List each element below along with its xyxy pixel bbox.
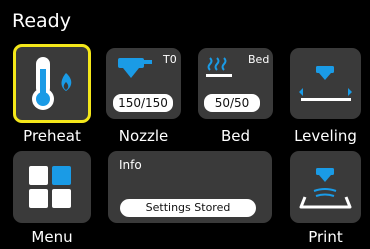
nozzle-temp: 150/150 [113,94,173,112]
info-title: Info [119,158,142,172]
bed-button[interactable]: Bed 50/50 [198,48,273,119]
thermometer-flame-icon [32,57,72,110]
print-icon [299,168,352,209]
menu-grid-icon [29,166,71,208]
leveling-button[interactable] [290,48,361,119]
nozzle-button[interactable]: T0 150/150 [106,48,181,119]
print-button[interactable] [290,151,361,223]
menu-label: Menu [31,228,73,246]
preheat-label: Preheat [23,127,81,145]
preheat-button[interactable] [13,44,91,123]
bed-label: Bed [220,127,251,145]
status-title: Ready [12,10,71,32]
bed-temp: 50/50 [204,94,260,112]
info-panel: Info Settings Stored [108,151,272,223]
nozzle-tool-tag: T0 [163,53,177,66]
leveling-icon [299,66,352,101]
print-label: Print [308,228,343,246]
info-message: Settings Stored [120,199,256,217]
leveling-label: Leveling [294,127,357,145]
nozzle-label: Nozzle [118,127,169,145]
bed-tool-tag: Bed [248,53,270,66]
printer-screen: Ready Preheat T0 150/150 Nozzle Bed 50/5… [0,0,370,249]
menu-button[interactable] [13,151,91,223]
